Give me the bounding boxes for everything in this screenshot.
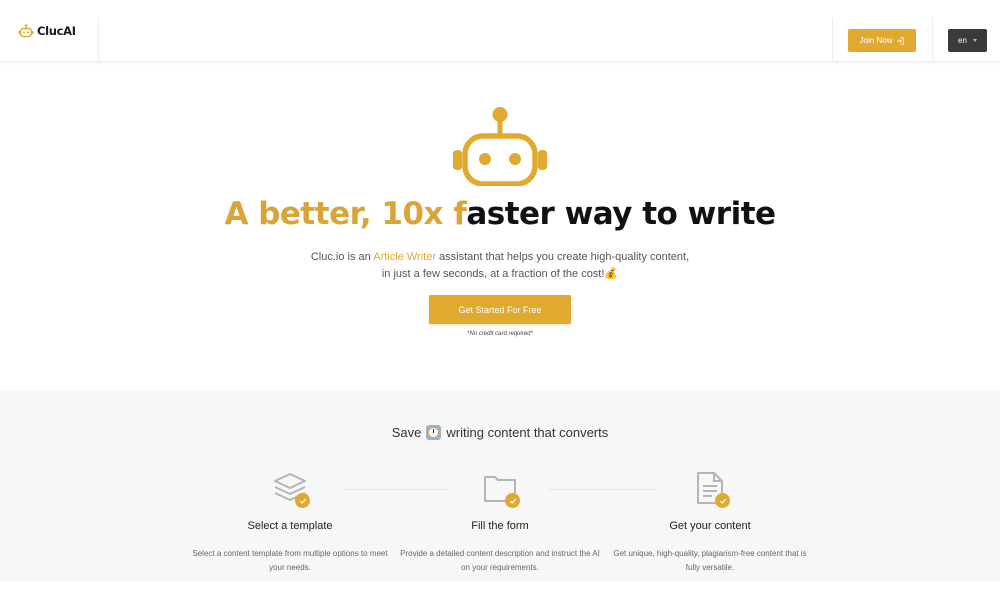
step-get-content: Get your content Get unique, high-qualit… [600,470,820,575]
chevron-down-icon [972,39,977,42]
hero-title-accent: A better, 10x f [224,196,467,232]
step-title: Get your content [669,520,751,532]
get-started-label: Get Started For Free [458,304,542,315]
hero-title: A better, 10x faster way to write [0,196,1000,232]
join-now-button[interactable]: Join Now [848,29,916,52]
logo-text: ClucAI [37,24,76,38]
folder-icon [480,470,520,510]
header-divider [98,18,99,62]
header-divider [832,18,833,62]
step-title: Select a template [247,520,333,532]
money-bag-icon: 💰 [604,268,619,280]
robot-logo-icon [18,24,34,38]
hero-desc-suffix: assistant that helps you create high-qua… [435,251,690,263]
section-title-prefix: Save [391,425,422,440]
article-writer-link[interactable]: Article Writer [373,251,436,263]
check-icon [295,493,310,508]
section-title-suffix: writing content that converts [446,425,609,440]
join-now-label: Join Now [859,36,893,45]
step-title: Fill the form [471,520,529,532]
hero-title-rest: aster way to write [466,196,776,232]
alarm-clock-icon [426,425,442,440]
header-divider [932,18,933,62]
section-title: Save writing content that converts [0,425,1000,440]
step-select-template: Select a template Select a content templ… [180,470,400,575]
login-icon [897,36,905,45]
no-credit-card-note: *No credit card required* [467,331,533,337]
step-description: Provide a detailed content description a… [400,549,600,572]
check-icon [505,493,520,508]
language-label: en [958,36,967,45]
site-header: ClucAI Join Now en [0,0,1000,62]
features-section: Save writing content that converts Selec… [0,390,1000,581]
robot-hero-icon [453,107,547,186]
hero-description: Cluc.io is an Article Writer assistant t… [0,249,1000,283]
step-description: Select a content template from multiple … [192,549,388,572]
hero-desc-line2: in just a few seconds, at a fraction of … [381,268,605,280]
hero-desc-prefix: Cluc.io is an [310,251,374,263]
language-select[interactable]: en [948,29,987,52]
get-started-button[interactable]: Get Started For Free [429,295,571,324]
check-icon [715,493,730,508]
logo[interactable]: ClucAI [18,24,76,38]
step-fill-form: Fill the form Provide a detailed content… [390,470,610,575]
layers-icon [270,470,310,510]
step-description: Get unique, high-quality, plagiarism-fre… [613,549,807,572]
document-icon [690,470,730,510]
